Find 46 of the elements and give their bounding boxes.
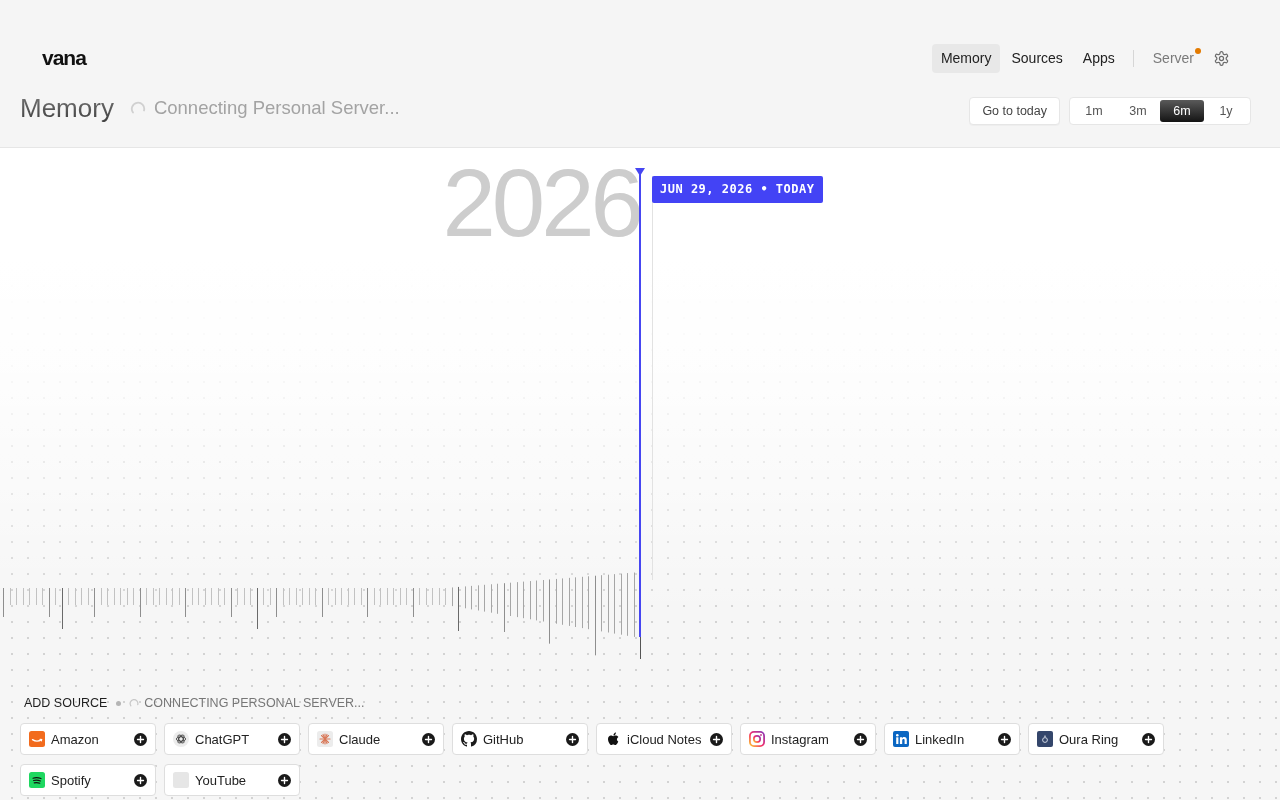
today-date-label: JUN 29, 2026 • TODAY xyxy=(652,176,823,203)
camera-logo-icon xyxy=(749,731,765,747)
section-heading: ADD SOURCE xyxy=(24,696,108,710)
starburst-logo-icon xyxy=(317,731,333,747)
nav-tab[interactable]: Sources xyxy=(1002,43,1072,73)
settings-icon[interactable] xyxy=(1214,50,1229,66)
cat-logo-icon xyxy=(461,731,477,747)
plus-icon xyxy=(710,732,723,746)
range-tab[interactable]: 1y xyxy=(1204,100,1248,122)
source-button[interactable]: Claude xyxy=(308,723,444,755)
plus-icon xyxy=(278,732,291,746)
in-logo-icon xyxy=(893,731,909,747)
source-button[interactable]: YouTube xyxy=(164,764,300,796)
source-button[interactable]: GitHub xyxy=(452,723,588,755)
range-tab[interactable]: 3m xyxy=(1116,100,1160,122)
source-button[interactable]: Instagram xyxy=(740,723,876,755)
plus-icon xyxy=(134,732,147,746)
plus-icon xyxy=(278,773,291,787)
go-to-today-button[interactable]: Go to today xyxy=(969,97,1060,125)
source-button[interactable]: Spotify xyxy=(20,764,156,796)
plus-icon xyxy=(422,732,435,746)
source-button[interactable]: Amazon xyxy=(20,723,156,755)
source-button[interactable]: Oura Ring xyxy=(1028,723,1164,755)
ring-logo-icon xyxy=(1037,731,1053,747)
server-button[interactable]: Server xyxy=(1144,43,1202,73)
nav-tab[interactable]: Apps xyxy=(1073,43,1124,73)
plus-icon xyxy=(1142,732,1155,746)
plus-icon xyxy=(134,773,147,787)
smile-logo-icon xyxy=(29,731,45,747)
range-tab[interactable]: 1m xyxy=(1072,100,1116,122)
source-button[interactable]: iCloud Notes xyxy=(596,723,732,755)
knot-logo-icon xyxy=(173,731,189,747)
plus-icon xyxy=(854,732,867,746)
plus-icon xyxy=(998,732,1011,746)
blank-tile-icon xyxy=(173,772,189,788)
apple-logo-icon xyxy=(605,731,621,747)
nav-tab[interactable]: Memory xyxy=(931,43,1001,73)
plus-icon xyxy=(566,732,579,746)
source-button[interactable]: ChatGPT xyxy=(164,723,300,755)
sound-wave-logo-icon xyxy=(29,772,45,788)
separator-dot-icon xyxy=(116,700,122,706)
status-text: CONNECTING PERSONAL SERVER... xyxy=(144,696,365,710)
source-button[interactable]: LinkedIn xyxy=(884,723,1020,755)
range-tab[interactable]: 6m xyxy=(1160,100,1204,122)
status-text: Connecting Personal Server... xyxy=(153,96,400,120)
logo: vana xyxy=(42,47,86,69)
